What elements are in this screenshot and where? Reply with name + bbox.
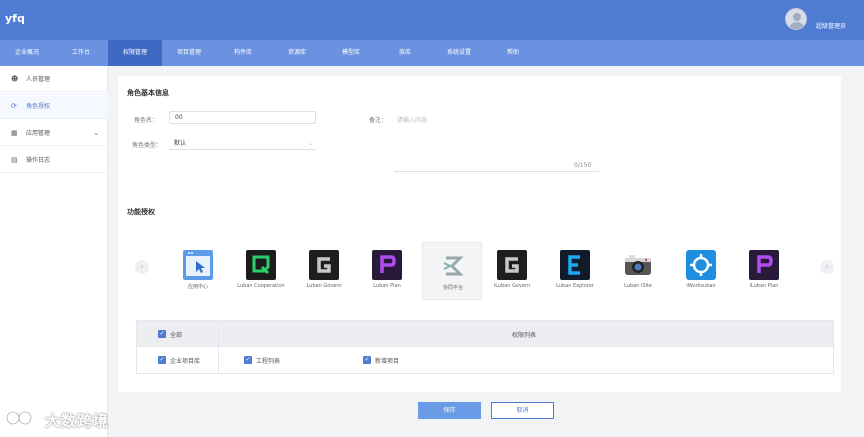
sidebar-item-label: 应用管理 <box>26 130 51 137</box>
user-icon: ☻ <box>11 75 19 83</box>
function-auth-title: 功能授权 <box>127 208 155 216</box>
sidebar-item-role-authorization[interactable]: ⟳ 角色授权 <box>0 93 108 119</box>
role-type-value: 默认 <box>174 140 187 147</box>
chevron-down-icon: ⌄ <box>307 140 313 147</box>
app-name: iLuban Plan <box>749 283 779 289</box>
app-tile-iluban-govern[interactable]: iLuban Govern <box>482 242 542 300</box>
sidebar-item-operation-log[interactable]: ▤ 操作日志 <box>0 147 108 173</box>
user-avatar[interactable] <box>785 8 807 30</box>
permission-table-header <box>137 321 833 347</box>
select-all-label: 全部 <box>170 332 183 339</box>
ilu-govern-icon <box>497 250 527 280</box>
app-tile-luban-cooperation[interactable]: Luban Cooperation <box>231 242 291 300</box>
collab-icon <box>438 251 468 281</box>
role-name-label: 角色名： <box>133 117 158 124</box>
permission-checkbox[interactable]: ✓ <box>244 356 252 364</box>
app-title: yfq <box>5 12 25 25</box>
app-tile-iworksuban[interactable]: iWorksuban <box>671 242 731 300</box>
sidebar-item-label: 角色授权 <box>26 103 51 110</box>
group-checkbox[interactable]: ✓ <box>158 356 166 364</box>
remark-label: 备注： <box>368 117 387 124</box>
app-tile-luban-govern[interactable]: Luban Govern <box>294 242 354 300</box>
app-name: Luban iSite <box>624 283 652 289</box>
app-tile-luban-explorer[interactable]: Luban Explorer <box>545 242 605 300</box>
app-center-icon <box>183 250 213 280</box>
user-name[interactable]: 超级管理员 <box>816 21 846 30</box>
cooperation-icon <box>246 250 276 280</box>
permission-list-header: 权限列表 <box>512 332 537 339</box>
sidebar-item-label: 操作日志 <box>26 157 51 164</box>
ilu-plan-icon <box>749 250 779 280</box>
isite-icon <box>623 250 653 280</box>
app-name: 应用中心 <box>187 284 208 290</box>
tab-permission-management[interactable]: 权限管理 <box>108 40 162 66</box>
app-name: Luban Plan <box>373 283 401 289</box>
grid-icon: ▦ <box>11 129 18 137</box>
save-button[interactable]: 保存 <box>418 402 481 419</box>
app-name: iWorksuban <box>686 283 716 289</box>
group-label: 企业项目库 <box>170 358 201 365</box>
log-icon: ▤ <box>11 156 18 164</box>
sidebar-item-app-management[interactable]: ▦ 应用管理 ⌄ <box>0 120 108 146</box>
explorer-icon <box>560 250 590 280</box>
watermark-text: 大数跨境 <box>45 412 110 430</box>
app-tile-app-center[interactable]: 应用中心 <box>168 242 228 300</box>
remark-textarea[interactable] <box>394 106 599 172</box>
govern-icon <box>309 250 339 280</box>
carousel-prev-icon[interactable]: ‹ <box>135 260 149 274</box>
tab-workbench[interactable]: 工作台 <box>54 40 108 66</box>
sidebar-item-label: 人员管理 <box>26 76 51 83</box>
basic-info-title: 角色基本信息 <box>127 89 169 97</box>
cancel-button[interactable]: 取消 <box>491 402 554 419</box>
tab-family-library[interactable]: 族库 <box>378 40 432 66</box>
carousel-next-icon[interactable]: › <box>820 260 834 274</box>
app-tile-luban-plan[interactable]: Luban Plan <box>357 242 417 300</box>
role-name-input[interactable]: 00 <box>169 111 316 124</box>
tab-component-library[interactable]: 构件库 <box>216 40 270 66</box>
role-type-select[interactable]: 默认 ⌄ <box>169 137 316 150</box>
tab-resource-library[interactable]: 资源库 <box>270 40 324 66</box>
app-name: Luban Cooperation <box>237 283 285 289</box>
sidebar-item-personnel[interactable]: ☻ 人员管理 <box>0 66 108 92</box>
chevron-down-icon: ⌄ <box>93 129 99 137</box>
tab-enterprise-overview[interactable]: 企业概况 <box>0 40 54 66</box>
iworks-icon <box>686 250 716 280</box>
top-header: yfq 超级管理员 <box>0 0 864 40</box>
role-icon: ⟳ <box>11 102 17 110</box>
sidebar: ☻ 人员管理 ⟳ 角色授权 ▦ 应用管理 ⌄ ▤ 操作日志 <box>0 66 108 437</box>
plan-icon <box>372 250 402 280</box>
table-divider <box>218 321 219 373</box>
tab-project-management[interactable]: 项目管理 <box>162 40 216 66</box>
app-tile-iluban-plan[interactable]: iLuban Plan <box>734 242 794 300</box>
app-name: iLuban Govern <box>493 283 531 289</box>
tab-system-settings[interactable]: 系统设置 <box>432 40 486 66</box>
permission-checkbox[interactable]: ✓ <box>363 356 371 364</box>
main-nav: 企业概况 工作台 权限管理 项目管理 构件库 资源库 模型库 族库 系统设置 帮… <box>0 40 864 66</box>
app-name: Luban Govern <box>306 283 342 289</box>
permission-table: ✓ 全部 权限列表 ✓ 企业项目库 ✓ 工程列表 ✓ 新增项目 <box>136 320 834 374</box>
tab-help[interactable]: 帮助 <box>486 40 540 66</box>
app-tile-luban-isite[interactable]: Luban iSite <box>608 242 668 300</box>
tab-model-library[interactable]: 模型库 <box>324 40 378 66</box>
app-name: Luban Explorer <box>556 283 594 289</box>
app-tile-collab-platform[interactable]: 协同平台 <box>422 242 482 300</box>
role-type-label: 角色类型： <box>131 142 162 149</box>
permission-label: 新增项目 <box>375 358 400 365</box>
watermark-logo <box>5 408 37 428</box>
select-all-checkbox[interactable]: ✓ <box>158 330 166 338</box>
permission-label: 工程列表 <box>256 358 281 365</box>
remark-counter: 0/150 <box>574 162 592 169</box>
